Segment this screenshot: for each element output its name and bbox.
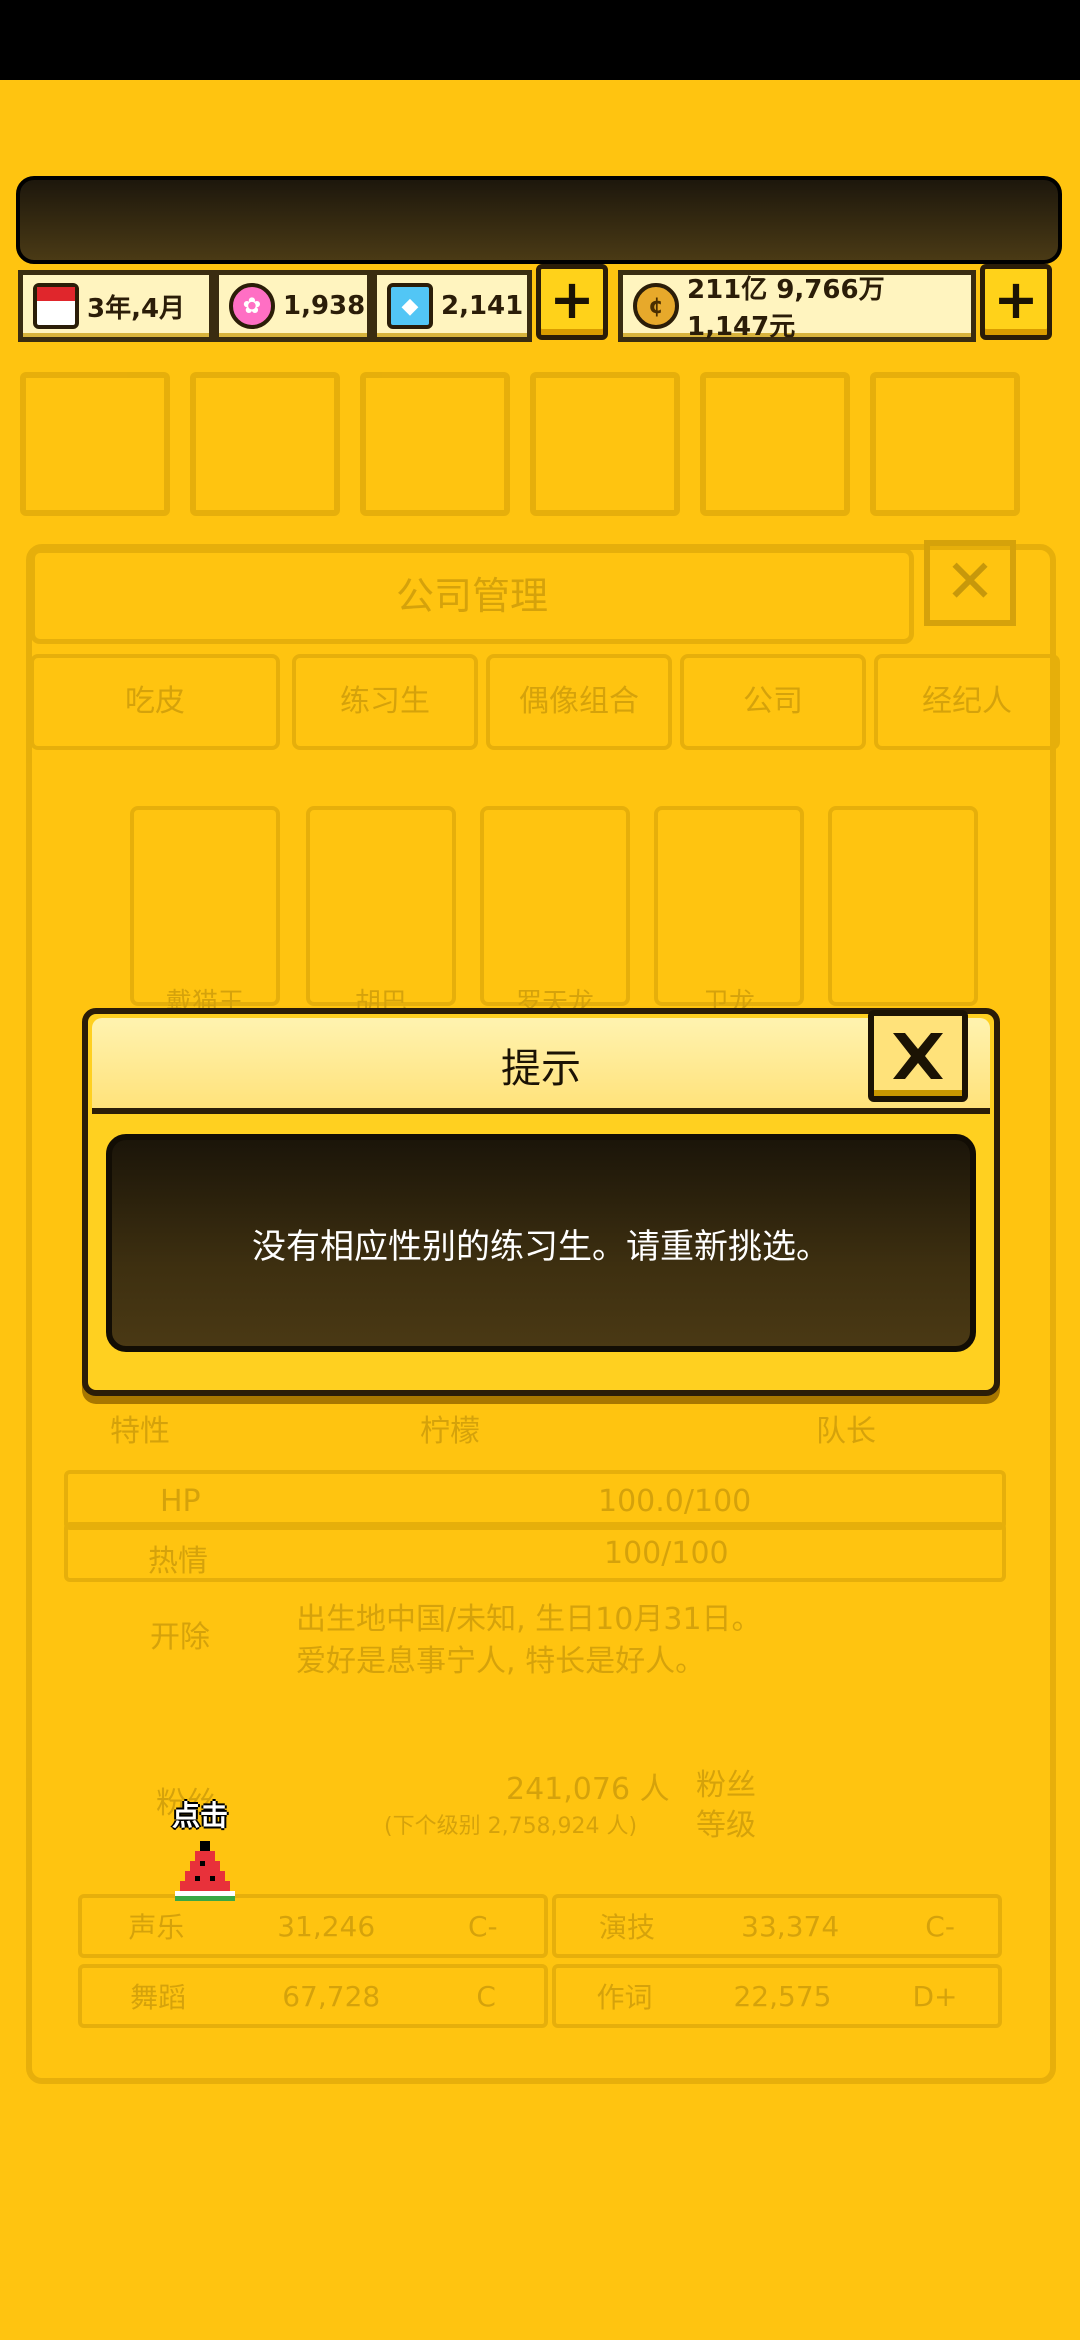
coin-icon: ¢ <box>633 283 679 329</box>
blue-gem-display: ◆ 2,141 <box>372 270 532 342</box>
dialog-message: 没有相应性别的练习生。请重新挑选。 <box>252 1226 830 1267</box>
pink-gem-value: 1,938 <box>283 291 366 321</box>
dialog-header: 提示 <box>92 1010 990 1114</box>
panel-close-icon[interactable]: ✕ <box>924 540 1016 626</box>
hint-dialog: 提示 没有相应性别的练习生。请重新挑选。 <box>82 1008 1000 1396</box>
stat-label: 演技 <box>599 1911 656 1944</box>
menu-slot <box>530 372 680 516</box>
money-value: 211亿 9,766万 1,147元 <box>687 275 885 342</box>
member-slot[interactable] <box>480 806 630 1006</box>
stat-grade: C- <box>925 1909 955 1943</box>
passion-value: 100/100 <box>604 1536 729 1571</box>
leader-label: 队长 <box>816 1414 876 1449</box>
stat-grade: C <box>476 1979 496 2013</box>
menu-slot <box>870 372 1020 516</box>
date-value: 3年,4月 <box>87 293 186 324</box>
blue-gem-icon: ◆ <box>387 283 433 329</box>
tab-agent[interactable]: 经纪人 <box>874 654 1060 750</box>
stat-grade: D+ <box>912 1979 958 2013</box>
fans-count: 241,076 人 <box>506 1772 670 1807</box>
watermelon-icon[interactable] <box>170 1836 240 1906</box>
stat-dance: 舞蹈 67,728 C <box>78 1964 548 2028</box>
panel-title: 公司管理 <box>30 548 914 644</box>
tab-group[interactable]: 吃皮 <box>30 654 280 750</box>
trait-value: 柠檬 <box>420 1414 480 1449</box>
hp-value: 100.0/100 <box>598 1484 752 1519</box>
member-slot[interactable] <box>130 806 280 1006</box>
dialog-close-button[interactable] <box>868 1010 968 1102</box>
top-title-bar <box>16 176 1062 264</box>
fire-button[interactable]: 开除 <box>150 1612 210 1656</box>
dialog-title: 提示 <box>501 1046 581 1092</box>
fan-level-label: 粉丝 <box>696 1768 756 1803</box>
hp-label: HP <box>160 1484 201 1519</box>
calendar-icon <box>33 283 79 329</box>
stat-value: 31,246 <box>277 1909 376 1943</box>
menu-slot <box>190 372 340 516</box>
stat-label: 作词 <box>596 1981 653 2014</box>
add-gems-button[interactable]: + <box>536 264 608 340</box>
bio-line-2: 爱好是息事宁人, 特长是好人。 <box>296 1644 706 1679</box>
passion-row: 热情 100/100 <box>64 1522 1006 1582</box>
bio-line-1: 出生地中国/未知, 生日10月31日。 <box>296 1602 762 1637</box>
tap-hint-label: 点击 <box>172 1799 229 1832</box>
pink-gem-display: ✿ 1,938 <box>214 270 372 342</box>
stat-vocal: 声乐 31,246 C- <box>78 1894 548 1958</box>
money-display: ¢ 211亿 9,766万 1,147元 <box>618 270 976 342</box>
add-member-slot[interactable] <box>828 806 978 1006</box>
member-slot[interactable] <box>654 806 804 1006</box>
trait-label: 特性 <box>110 1414 170 1449</box>
close-icon <box>893 1033 943 1079</box>
stat-label: 舞蹈 <box>130 1981 187 2014</box>
tab-company[interactable]: 公司 <box>680 654 866 750</box>
blue-gem-value: 2,141 <box>441 291 524 321</box>
member-slot[interactable] <box>306 806 456 1006</box>
fan-level-label: 等级 <box>696 1808 756 1843</box>
hp-row: HP 100.0/100 <box>64 1470 1006 1530</box>
stat-lyrics: 作词 22,575 D+ <box>552 1964 1002 2028</box>
stat-label: 声乐 <box>128 1911 185 1944</box>
stat-value: 33,374 <box>741 1909 840 1943</box>
stat-value: 22,575 <box>733 1979 832 2013</box>
fans-next: (下个级别 2,758,924 人) <box>384 1814 638 1839</box>
menu-slot <box>20 372 170 516</box>
date-display: 3年,4月 <box>18 270 214 342</box>
message-box: 没有相应性别的练习生。请重新挑选。 <box>106 1134 976 1352</box>
stat-grade: C- <box>467 1909 498 1943</box>
tab-idol-group[interactable]: 偶像组合 <box>486 654 672 750</box>
stat-acting: 演技 33,374 C- <box>552 1894 1002 1958</box>
passion-label: 热情 <box>148 1544 208 1579</box>
add-money-button[interactable]: + <box>980 264 1052 340</box>
menu-slot <box>700 372 850 516</box>
pink-gem-icon: ✿ <box>229 283 275 329</box>
menu-slot <box>360 372 510 516</box>
stat-value: 67,728 <box>282 1979 381 2013</box>
tab-trainee[interactable]: 练习生 <box>292 654 478 750</box>
